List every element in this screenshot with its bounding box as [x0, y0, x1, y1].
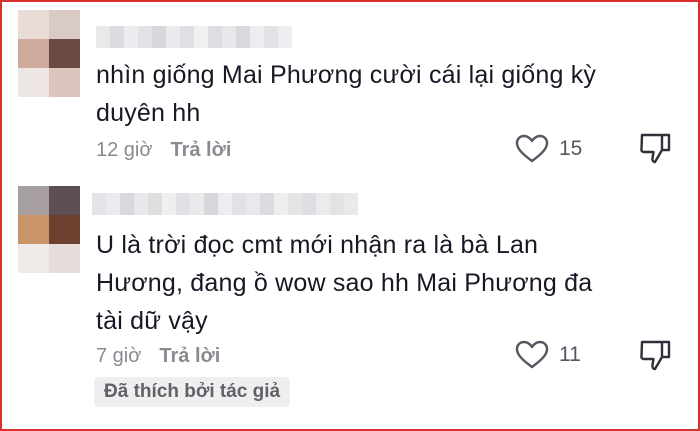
comment-text-line: duyên hh: [96, 99, 201, 127]
like-button[interactable]: 15: [515, 134, 582, 164]
avatar[interactable]: [18, 10, 80, 98]
reply-button[interactable]: Trả lời: [159, 345, 220, 368]
comment-text-line: tài dữ vậy: [96, 307, 208, 335]
like-count: 15: [559, 137, 583, 160]
avatar[interactable]: [18, 186, 80, 274]
username-blurred[interactable]: [92, 193, 358, 215]
dislike-button[interactable]: [638, 338, 672, 372]
reply-button[interactable]: Trả lời: [170, 139, 231, 162]
heart-outline-icon: [515, 340, 549, 369]
like-button[interactable]: 11: [515, 340, 581, 370]
username-blurred[interactable]: [96, 26, 292, 48]
like-count: 11: [559, 343, 581, 366]
comment-text-line: nhìn giống Mai Phương cười cái lại giống…: [96, 61, 597, 89]
comment-time: 7 giờ: [96, 344, 142, 367]
comment-text-line: Hương, đang ồ wow sao hh Mai Phương đa: [96, 269, 593, 297]
liked-by-author-badge: Đã thích bởi tác giả: [94, 377, 291, 407]
comment-text-line: U là trời đọc cmt mới nhận ra là bà Lan: [96, 231, 539, 259]
comment-text: U là trời đọc cmt mới nhận ra là bà Lan …: [96, 226, 656, 340]
comment-text: nhìn giống Mai Phương cười cái lại giống…: [96, 56, 656, 132]
comment-meta: 7 giờ Trả lời: [96, 341, 220, 371]
dislike-button[interactable]: [638, 131, 672, 165]
heart-outline-icon: [515, 134, 549, 163]
thumbs-down-icon: [640, 133, 671, 164]
thumbs-down-icon: [640, 340, 671, 371]
comment-meta: 12 giờ Trả lời: [96, 135, 231, 165]
comment-time: 12 giờ: [96, 138, 153, 161]
